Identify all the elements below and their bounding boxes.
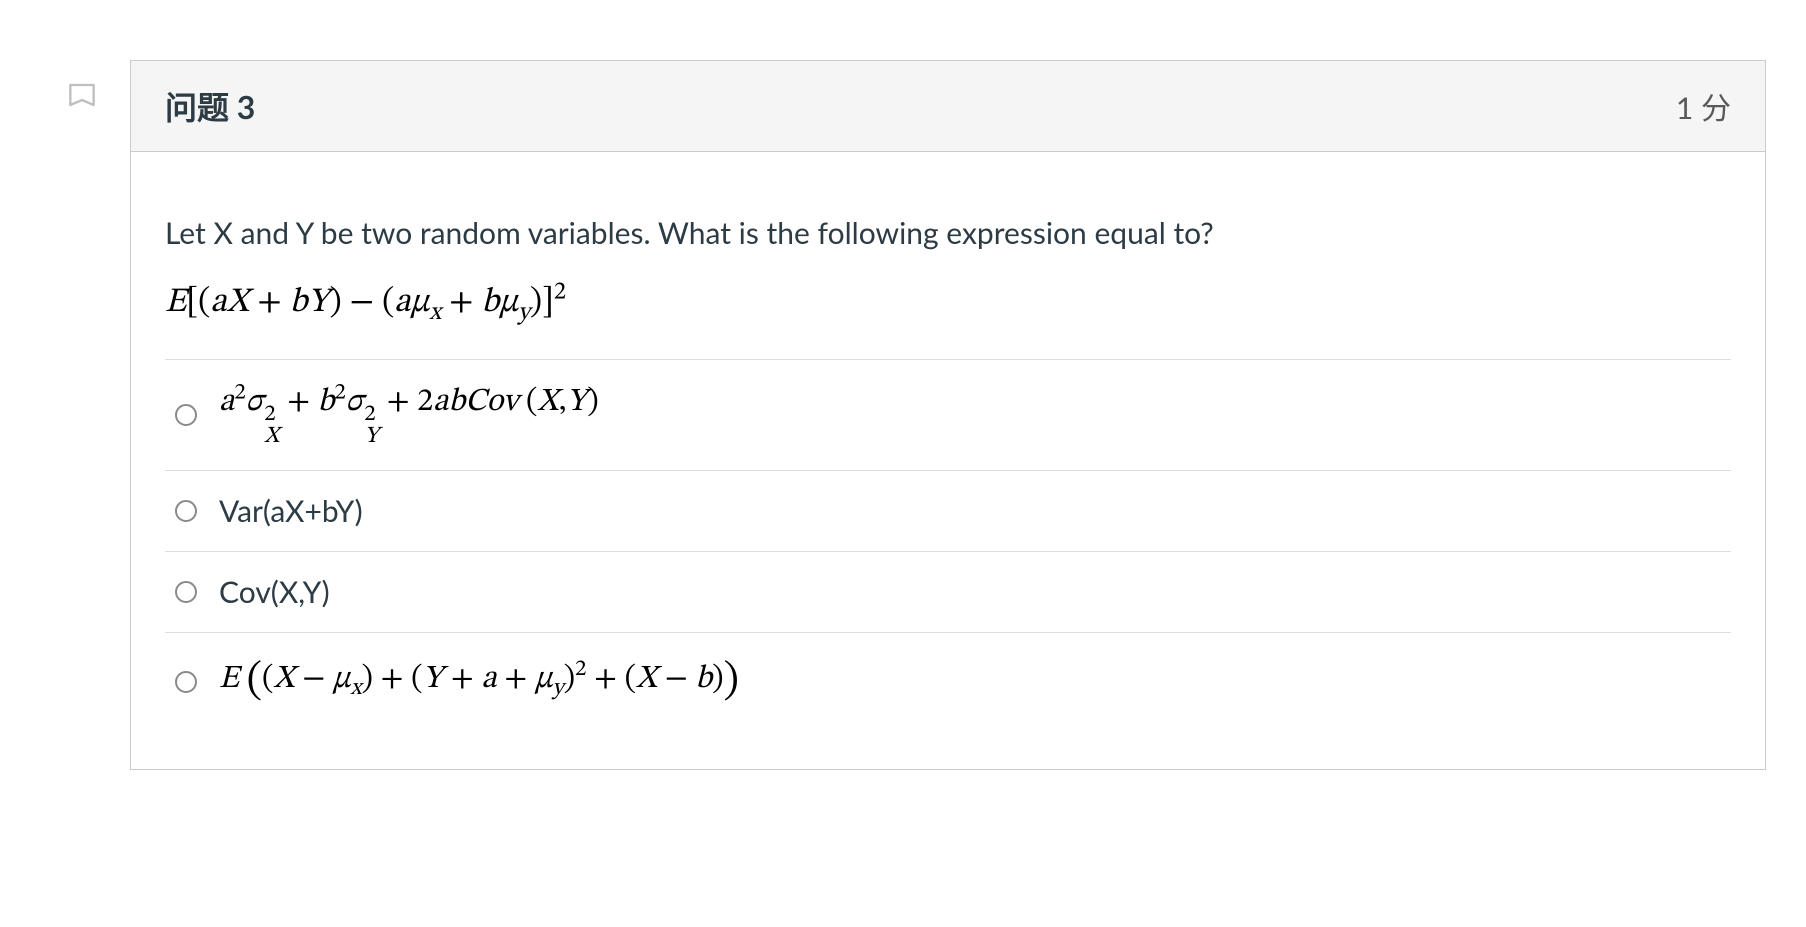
question-body: Let X and Y be two random variables. Wha… <box>131 152 1765 769</box>
question-points: 1 分 <box>1676 84 1731 128</box>
answer-option[interactable]: E ((X − μx) + (Y + a + μy)2 + (X − b)) <box>165 633 1731 719</box>
answer-label: Cov(X,Y) <box>219 574 330 610</box>
radio-icon[interactable] <box>175 671 197 693</box>
answer-label: E ((X − μx) + (Y + a + μy)2 + (X − b)) <box>219 655 739 709</box>
answer-option[interactable]: a2σ2X + b2σ2Y + 2abCov (X,Y) <box>165 360 1731 471</box>
status-icon-column <box>40 60 130 122</box>
question-card: 问题 3 1 分 Let X and Y be two random varia… <box>130 60 1766 770</box>
question-expression: E[(aX + bY) − (aμx + bμy)]2 <box>165 278 1731 329</box>
answer-option[interactable]: Var(aX+bY) <box>165 471 1731 552</box>
page: 问题 3 1 分 Let X and Y be two random varia… <box>0 0 1806 830</box>
flag-outline-icon[interactable] <box>60 78 104 122</box>
question-prompt: Let X and Y be two random variables. Wha… <box>165 212 1731 254</box>
question-header: 问题 3 1 分 <box>131 61 1765 152</box>
radio-icon[interactable] <box>175 500 197 522</box>
answer-option[interactable]: Cov(X,Y) <box>165 552 1731 633</box>
question-wrapper: 问题 3 1 分 Let X and Y be two random varia… <box>40 60 1766 770</box>
radio-icon[interactable] <box>175 581 197 603</box>
answer-label: a2σ2X + b2σ2Y + 2abCov (X,Y) <box>219 382 599 448</box>
answers-list: a2σ2X + b2σ2Y + 2abCov (X,Y) Var(aX+bY) … <box>165 359 1731 719</box>
answer-label: Var(aX+bY) <box>219 493 363 529</box>
question-title: 问题 3 <box>165 83 255 129</box>
radio-icon[interactable] <box>175 404 197 426</box>
